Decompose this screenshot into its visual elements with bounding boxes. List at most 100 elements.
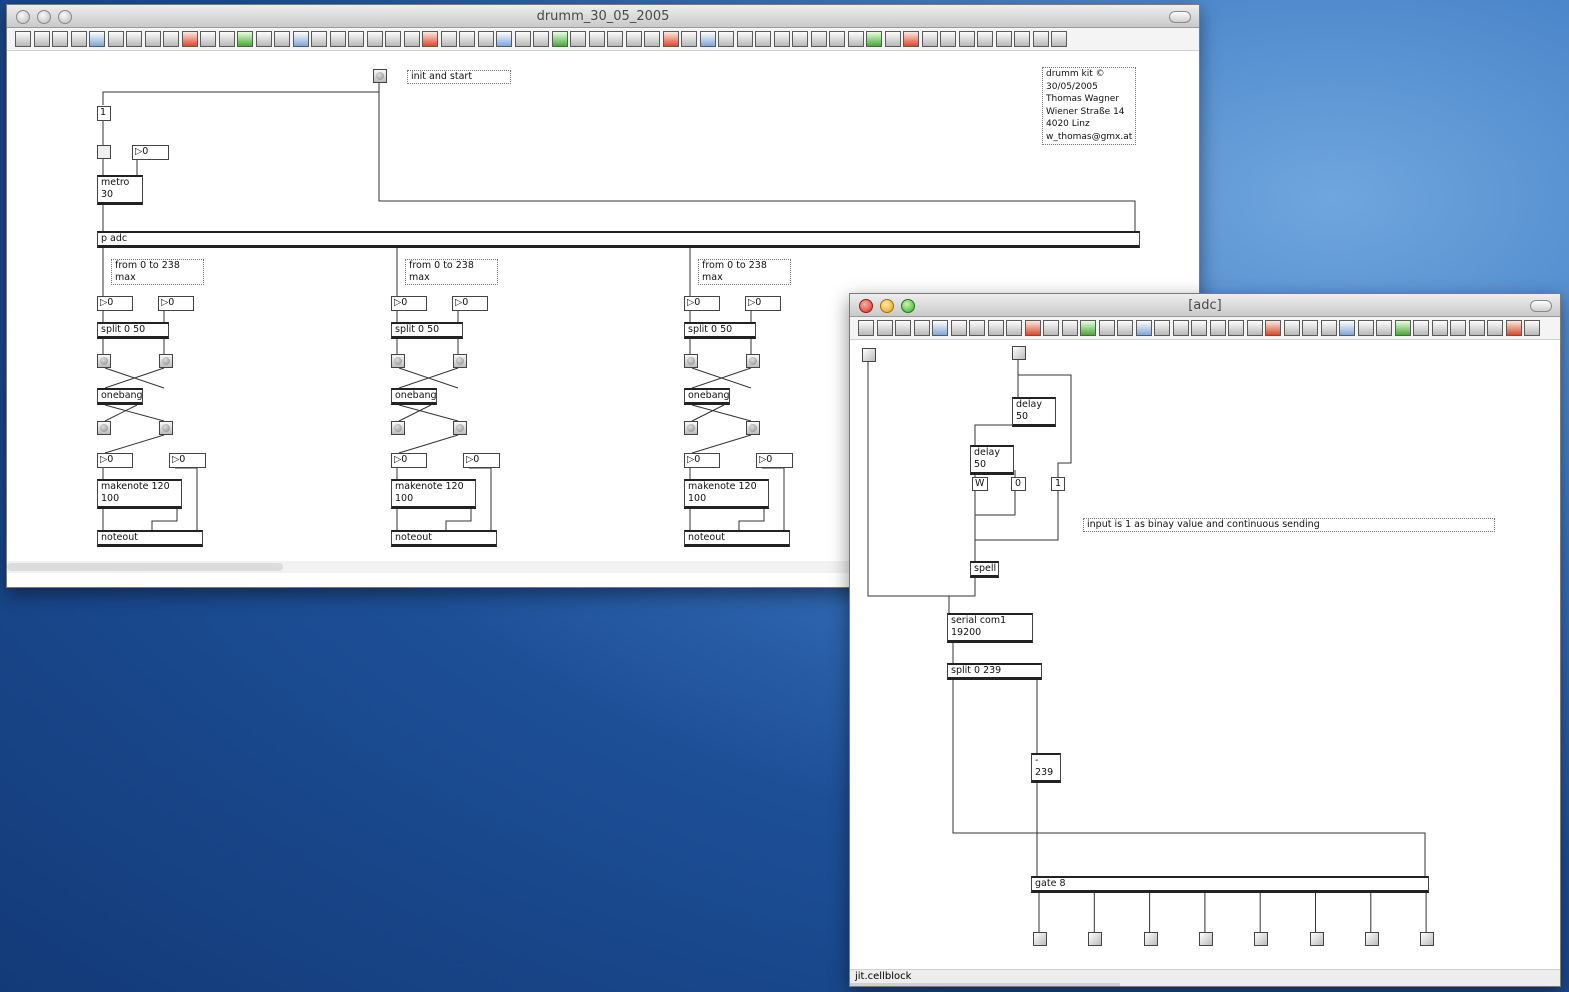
inlet-2[interactable] bbox=[1012, 346, 1026, 360]
makenote-object[interactable]: makenote 120 100 bbox=[684, 479, 769, 509]
bang-button[interactable] bbox=[391, 354, 405, 368]
split-object[interactable]: split 0 50 bbox=[97, 322, 169, 339]
split-object[interactable]: split 0 239 bbox=[947, 663, 1042, 680]
patcher-toolbar-icon[interactable] bbox=[681, 31, 697, 47]
makenote-object[interactable]: makenote 120 100 bbox=[97, 479, 182, 509]
patcher-toolbar-icon[interactable] bbox=[1080, 320, 1096, 336]
number-icon[interactable] bbox=[292, 31, 309, 47]
js-icon[interactable] bbox=[1487, 320, 1503, 336]
gate-outlet-1[interactable] bbox=[1033, 932, 1047, 946]
makenote-object[interactable]: makenote 120 100 bbox=[391, 479, 476, 509]
noteout-object[interactable]: noteout bbox=[684, 530, 790, 547]
number-box-in[interactable]: ▷0 bbox=[158, 296, 194, 311]
gate-object[interactable]: gate 8 bbox=[1031, 876, 1429, 893]
toggle-icon[interactable] bbox=[895, 320, 911, 336]
message-icon[interactable] bbox=[977, 31, 993, 47]
serial-object[interactable]: serial com1 19200 bbox=[947, 613, 1033, 643]
scroll-thumb[interactable] bbox=[7, 563, 283, 571]
slider-icon[interactable] bbox=[1413, 320, 1429, 336]
hint-icon[interactable] bbox=[1061, 320, 1078, 336]
toggle-icon[interactable] bbox=[1117, 320, 1133, 336]
lcd-icon[interactable] bbox=[1006, 320, 1022, 336]
bang-icon[interactable] bbox=[255, 31, 272, 47]
comment-icon[interactable] bbox=[107, 31, 124, 47]
dial-icon[interactable] bbox=[987, 320, 1004, 336]
p-adc-object[interactable]: p adc bbox=[97, 231, 1140, 248]
message-icon[interactable] bbox=[1154, 320, 1170, 336]
scroll-thumb[interactable] bbox=[850, 983, 1120, 986]
minus-object[interactable]: - 239 bbox=[1031, 753, 1061, 783]
hint-icon[interactable] bbox=[218, 31, 235, 47]
bang-button[interactable] bbox=[159, 421, 173, 435]
hint-icon[interactable] bbox=[440, 31, 457, 47]
message-icon[interactable] bbox=[89, 31, 105, 47]
bang-button[interactable] bbox=[97, 421, 111, 435]
noteout-object[interactable]: noteout bbox=[391, 530, 497, 547]
bang-button[interactable] bbox=[453, 421, 467, 435]
bang-icon[interactable] bbox=[33, 31, 50, 47]
number-box-in[interactable]: ▷0 bbox=[684, 296, 720, 311]
comment-icon[interactable] bbox=[995, 31, 1012, 47]
js-icon[interactable] bbox=[1265, 320, 1281, 336]
bang-button[interactable] bbox=[391, 421, 405, 435]
bang-button[interactable] bbox=[684, 354, 698, 368]
delay-object-1[interactable]: delay 50 bbox=[1012, 397, 1056, 427]
bang-icon[interactable] bbox=[921, 31, 938, 47]
toggle-icon[interactable] bbox=[52, 31, 68, 47]
fps-icon[interactable] bbox=[1246, 320, 1263, 336]
fps-icon[interactable] bbox=[847, 31, 864, 47]
js-icon[interactable] bbox=[422, 31, 438, 47]
bang-icon[interactable] bbox=[876, 320, 893, 336]
onebang-object[interactable]: onebang bbox=[684, 388, 730, 405]
number-icon[interactable] bbox=[913, 320, 930, 336]
dial-icon[interactable] bbox=[588, 31, 605, 47]
split-object[interactable]: split 0 50 bbox=[684, 322, 756, 339]
message-icon[interactable] bbox=[755, 31, 771, 47]
slider-icon[interactable] bbox=[1191, 320, 1207, 336]
window-titlebar[interactable]: [adc] bbox=[850, 294, 1560, 317]
lcd-icon[interactable] bbox=[163, 31, 179, 47]
patcher-toolbar-icon[interactable] bbox=[903, 31, 919, 47]
inlet-1[interactable] bbox=[862, 348, 876, 362]
toggle-icon[interactable] bbox=[718, 31, 734, 47]
comment-icon[interactable] bbox=[551, 31, 568, 47]
patcher-toolbar-icon[interactable] bbox=[15, 31, 31, 47]
hint-icon[interactable] bbox=[662, 31, 679, 47]
js-icon[interactable] bbox=[200, 31, 216, 47]
gate-outlet-6[interactable] bbox=[1309, 932, 1324, 946]
bang-icon[interactable] bbox=[699, 31, 716, 47]
delay-object-2[interactable]: delay 50 bbox=[970, 445, 1014, 475]
bang-button[interactable] bbox=[684, 421, 698, 435]
slider-icon[interactable] bbox=[969, 320, 985, 336]
toggle-icon[interactable] bbox=[274, 31, 290, 47]
bang-button[interactable] bbox=[159, 354, 173, 368]
slider-icon[interactable] bbox=[1014, 31, 1030, 47]
fps-icon[interactable] bbox=[181, 31, 198, 47]
js-icon[interactable] bbox=[1043, 320, 1059, 336]
onebang-object[interactable]: onebang bbox=[391, 388, 437, 405]
metro-toggle[interactable] bbox=[97, 145, 111, 159]
split-object[interactable]: split 0 50 bbox=[391, 322, 463, 339]
dial-icon[interactable] bbox=[1209, 320, 1226, 336]
comment-icon[interactable] bbox=[1172, 320, 1189, 336]
message-w[interactable]: W bbox=[972, 477, 988, 491]
message-icon[interactable] bbox=[932, 320, 948, 336]
hint-icon[interactable] bbox=[1283, 320, 1300, 336]
slider-icon[interactable] bbox=[126, 31, 142, 47]
dial-icon[interactable] bbox=[1431, 320, 1448, 336]
message-0[interactable]: 0 bbox=[1011, 477, 1026, 491]
bang-button[interactable] bbox=[746, 421, 760, 435]
number-box-note[interactable]: ▷0 bbox=[169, 453, 206, 468]
number-box-in[interactable]: ▷0 bbox=[97, 296, 133, 311]
metro-object[interactable]: metro 30 bbox=[97, 175, 143, 205]
number-box-note[interactable]: ▷0 bbox=[684, 453, 720, 468]
window-titlebar[interactable]: drumm_30_05_2005 bbox=[7, 5, 1199, 28]
spell-object[interactable]: spell bbox=[970, 561, 999, 578]
gate-outlet-3[interactable] bbox=[1143, 932, 1158, 946]
toolbar-toggle-icon[interactable] bbox=[1169, 11, 1191, 23]
number-box-note[interactable]: ▷0 bbox=[391, 453, 427, 468]
fps-icon[interactable] bbox=[1024, 320, 1041, 336]
number-icon[interactable] bbox=[736, 31, 753, 47]
toggle-icon[interactable] bbox=[1339, 320, 1355, 336]
toolbar-toggle-icon[interactable] bbox=[1530, 300, 1552, 312]
